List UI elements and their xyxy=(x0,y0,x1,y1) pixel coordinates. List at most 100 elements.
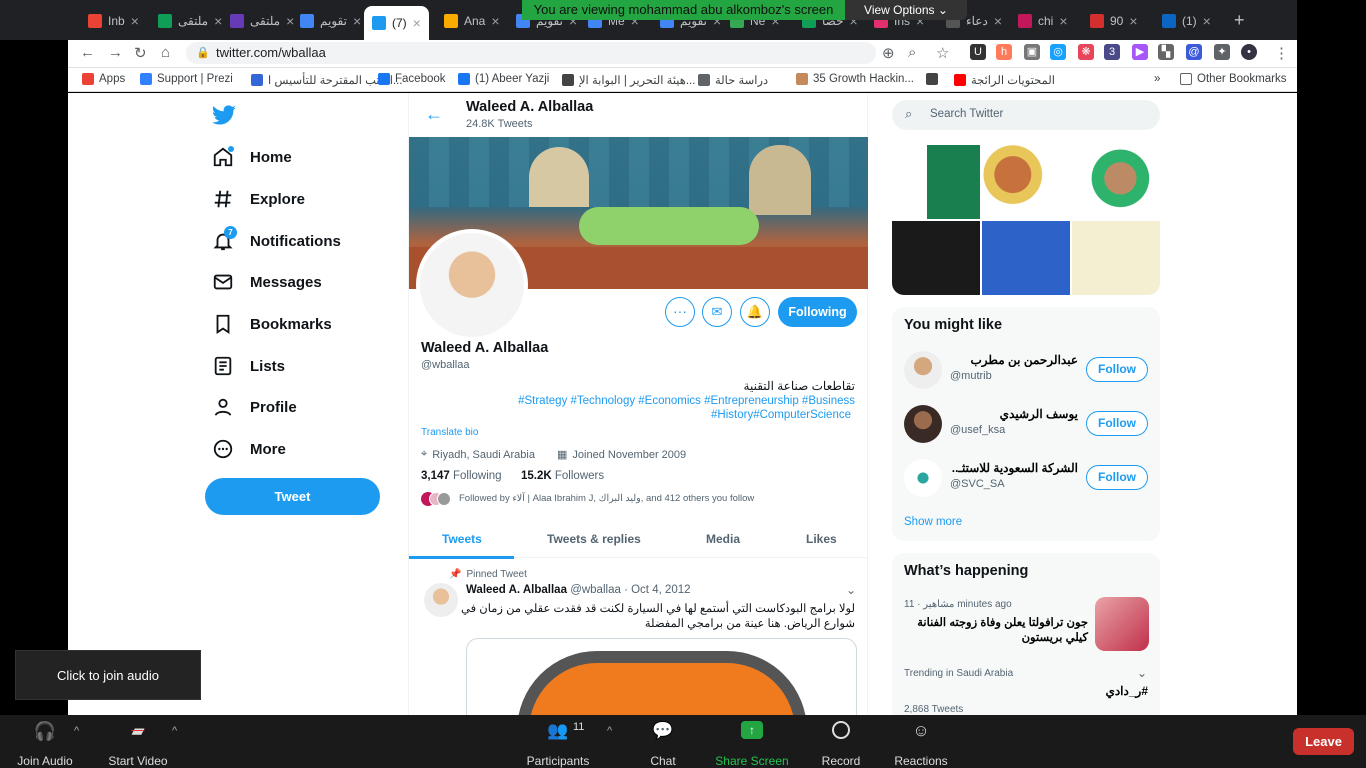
start-video-button[interactable]: ▰ Start Video xyxy=(108,721,167,768)
media-grid[interactable] xyxy=(892,145,1160,295)
chevron-down-icon[interactable]: ⌄ xyxy=(846,583,856,597)
extension-icon[interactable]: U xyxy=(970,44,986,60)
search-icon[interactable]: ⌕ xyxy=(908,44,916,61)
back-icon[interactable]: ← xyxy=(80,44,95,61)
media-thumb[interactable] xyxy=(1072,145,1160,219)
following-button[interactable]: Following xyxy=(778,297,857,327)
follow-button[interactable]: Follow xyxy=(1086,357,1148,382)
new-tab-button[interactable]: + xyxy=(1234,10,1245,31)
menu-dots-icon[interactable]: ⋮ xyxy=(1274,44,1289,62)
close-icon[interactable]: × xyxy=(1203,13,1211,29)
avatar[interactable]: • xyxy=(1241,44,1257,60)
nav-item-more[interactable]: More xyxy=(212,438,286,460)
notify-bell-button[interactable]: 🔔 xyxy=(740,297,770,327)
tweet-author[interactable]: Waleed A. Alballaa xyxy=(466,584,567,596)
other-bookmarks[interactable]: Other Bookmarks xyxy=(1180,73,1286,85)
browser-tab[interactable]: Inb × xyxy=(80,8,147,34)
browser-tab[interactable]: chi × xyxy=(1010,8,1076,34)
bookmark-item[interactable]: 35 Growth Hackin... xyxy=(796,73,914,85)
extension-icon[interactable]: ▶ xyxy=(1132,44,1148,60)
caret-up-icon[interactable]: ^ xyxy=(607,725,612,737)
puzzle-icon[interactable]: ✦ xyxy=(1214,44,1230,60)
followers-link[interactable]: 15.2K Followers xyxy=(521,470,604,482)
show-more-link[interactable]: Show more xyxy=(904,516,962,528)
nav-item-explore[interactable]: Explore xyxy=(212,188,305,210)
nav-item-bookmarks[interactable]: Bookmarks xyxy=(212,313,332,335)
close-icon[interactable]: × xyxy=(1129,13,1137,29)
chat-button[interactable]: 💬 Chat xyxy=(650,721,675,768)
follow-button[interactable]: Follow xyxy=(1086,411,1148,436)
share-screen-button[interactable]: ↑ Share Screen xyxy=(715,721,789,768)
close-icon[interactable]: × xyxy=(994,13,1002,29)
suggested-user[interactable]: عبدالرحمن بن مطرب @mutrib Follow xyxy=(892,347,1160,395)
tweet-avatar[interactable] xyxy=(424,583,458,617)
extension-icon[interactable]: @ xyxy=(1186,44,1202,60)
add-icon[interactable]: ⊕ xyxy=(882,44,895,62)
home-browser-icon[interactable]: ⌂ xyxy=(161,44,170,61)
twitter-logo-icon[interactable] xyxy=(211,105,237,127)
leave-button[interactable]: Leave xyxy=(1293,728,1354,755)
follow-button[interactable]: Follow xyxy=(1086,465,1148,490)
nav-item-lists[interactable]: Lists xyxy=(212,355,285,377)
suggested-user[interactable]: يوسف الرشيدي @usef_ksa Follow xyxy=(892,401,1160,449)
avatar[interactable] xyxy=(904,459,942,497)
reactions-button[interactable]: ☺ Reactions xyxy=(894,721,947,768)
trend-headline[interactable]: جون ترافولتا يعلن وفاة زوجته الفنانة xyxy=(917,615,1088,629)
tab-media[interactable]: Media xyxy=(706,532,740,546)
nav-item-home[interactable]: Home xyxy=(212,146,292,168)
browser-tab[interactable]: (1) × xyxy=(1154,8,1219,34)
media-thumb[interactable] xyxy=(982,145,1070,219)
bookmark-item[interactable]: دراسة حالة xyxy=(698,73,768,87)
record-button[interactable]: Record xyxy=(822,721,860,768)
bookmark-item[interactable]: Support | Prezi xyxy=(140,73,233,85)
extension-icon[interactable]: 3 xyxy=(1104,44,1120,60)
close-icon[interactable]: × xyxy=(491,13,499,29)
tab-tweets-replies[interactable]: Tweets & replies xyxy=(547,532,641,546)
star-icon[interactable]: ☆ xyxy=(936,44,949,62)
trend-hashtag[interactable]: #ر_دادي xyxy=(1105,684,1148,698)
reload-icon[interactable]: ↻ xyxy=(134,44,147,62)
chevron-right-icon[interactable]: » xyxy=(1154,73,1160,85)
tab-tweets[interactable]: Tweets xyxy=(442,532,482,546)
close-icon[interactable]: × xyxy=(1059,13,1067,29)
tweet-media[interactable] xyxy=(466,638,857,715)
trend-headline[interactable]: كيلي بريستون xyxy=(1022,630,1088,644)
forward-icon[interactable]: → xyxy=(108,44,123,61)
browser-tab[interactable]: (7) × xyxy=(364,6,429,40)
caret-up-icon[interactable]: ^ xyxy=(74,725,79,737)
nav-item-profile[interactable]: Profile xyxy=(212,396,297,418)
bookmark-item[interactable]: هيئة التحرير | البوابة الإ... xyxy=(562,73,695,87)
avatar[interactable] xyxy=(904,405,942,443)
extension-icon[interactable]: ◎ xyxy=(1050,44,1066,60)
media-thumb[interactable] xyxy=(892,145,980,219)
followed-by-text[interactable]: Followed by آلاء | Alaa Ibrahim J, وليد … xyxy=(459,493,754,504)
translate-bio-link[interactable]: Translate bio xyxy=(421,427,478,438)
extension-icon[interactable]: h xyxy=(996,44,1012,60)
join-audio-button[interactable]: 🎧 Join Audio xyxy=(17,721,72,768)
bio-hashtags[interactable]: #Strategy #Technology #Economics #Entrep… xyxy=(518,395,855,407)
profile-avatar[interactable] xyxy=(416,229,528,341)
close-icon[interactable]: × xyxy=(353,13,361,29)
browser-tab[interactable]: ملتقى × xyxy=(222,8,302,34)
caret-up-icon[interactable]: ^ xyxy=(172,725,177,737)
bio-hashtags[interactable]: #History#ComputerScience xyxy=(711,409,851,421)
suggested-user[interactable]: الشركة السعودية للاستثـ.. @SVC_SA Follow xyxy=(892,455,1160,503)
bookmark-item[interactable]: Facebook xyxy=(378,73,446,85)
browser-tab[interactable]: ملتقى × xyxy=(150,8,230,34)
media-thumb[interactable] xyxy=(1072,221,1160,295)
view-options-button[interactable]: View Options ⌄ xyxy=(845,0,967,20)
bookmark-item[interactable]: المحتويات الرائجة xyxy=(954,73,1055,87)
following-link[interactable]: 3,147 Following xyxy=(421,470,502,482)
tweet-button[interactable]: Tweet xyxy=(205,478,380,515)
bookmark-item[interactable] xyxy=(926,73,943,85)
browser-tab[interactable]: تقويم × xyxy=(292,8,369,34)
more-options-button[interactable]: ··· xyxy=(665,297,695,327)
nav-item-notifications[interactable]: 7 Notifications xyxy=(212,226,341,252)
back-arrow-icon[interactable]: ← xyxy=(425,104,443,125)
nav-item-messages[interactable]: Messages xyxy=(212,271,322,293)
join-audio-tooltip[interactable]: Click to join audio xyxy=(15,650,201,700)
extension-icon[interactable]: ▣ xyxy=(1024,44,1040,60)
close-icon[interactable]: × xyxy=(131,13,139,29)
chevron-down-icon[interactable]: ⌄ xyxy=(1137,666,1147,680)
url-input[interactable]: 🔒 twitter.com/wballaa xyxy=(186,42,876,64)
